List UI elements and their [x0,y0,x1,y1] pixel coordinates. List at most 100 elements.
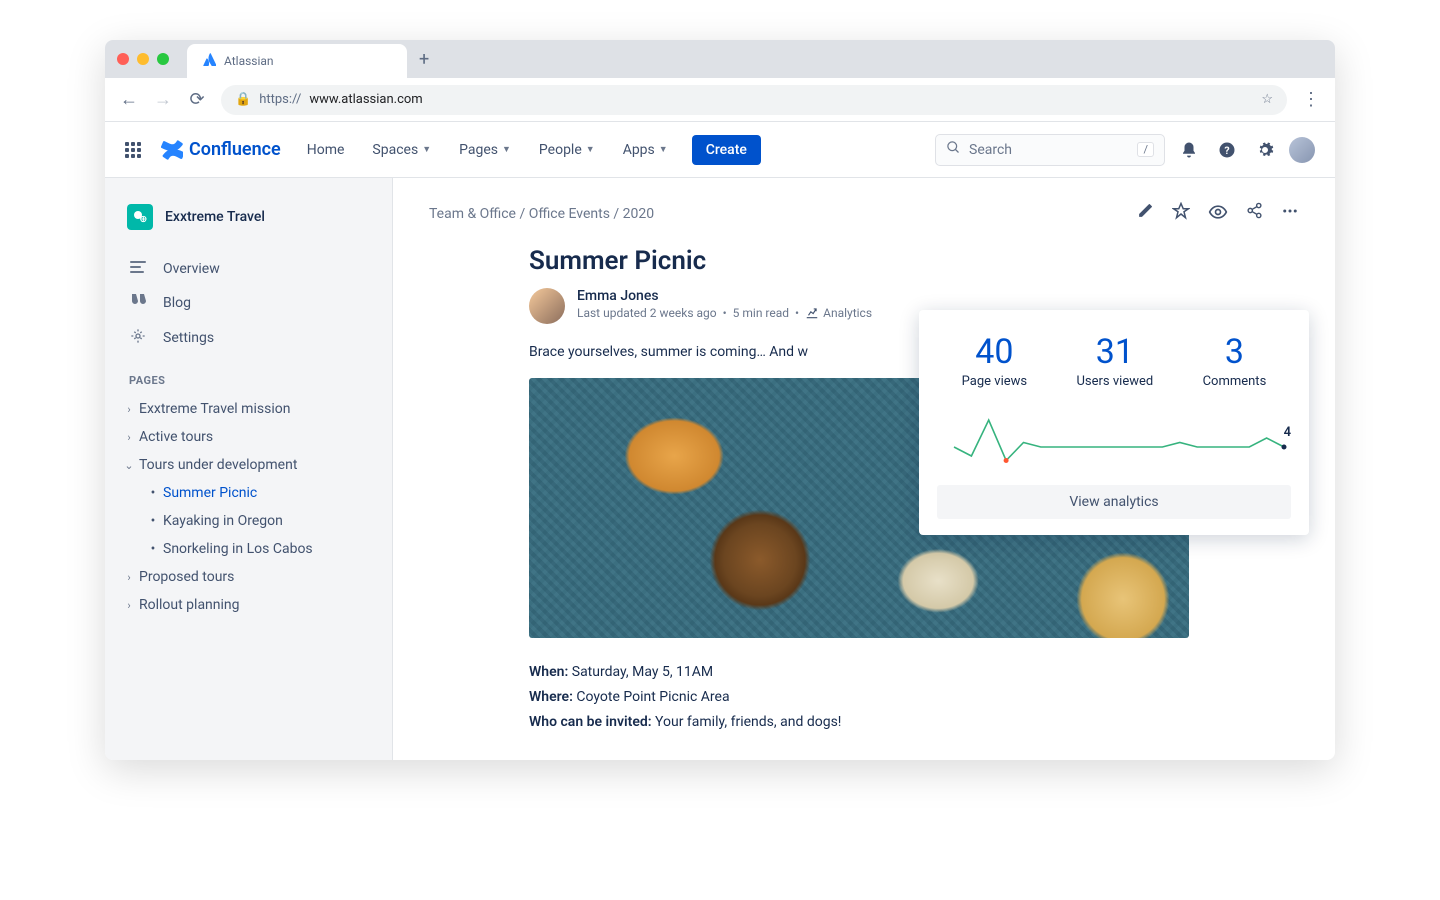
tree-label: Tours under development [139,457,297,473]
confluence-icon [161,139,183,161]
search-input[interactable]: Search / [935,134,1165,166]
forward-button[interactable]: → [153,89,173,110]
chevron-down-icon: ▼ [422,144,431,155]
nav-people[interactable]: People▼ [535,136,599,164]
tree-label: Rollout planning [139,597,240,613]
svg-text:?: ? [1224,143,1229,156]
nav-home[interactable]: Home [303,136,349,164]
tree-item[interactable]: ›Exxtreme Travel mission [119,395,378,423]
where-value: Coyote Point Picnic Area [573,689,730,705]
blog-icon [129,294,147,312]
chevron-right-icon: › [119,571,139,584]
bullet-icon: • [143,513,163,529]
app-switcher-icon[interactable] [125,142,145,158]
edit-icon[interactable] [1137,202,1154,226]
who-value: Your family, friends, and dogs! [652,714,842,730]
when-value: Saturday, May 5, 11AM [568,664,713,680]
reload-button[interactable]: ⟳ [187,89,207,110]
confluence-logo[interactable]: Confluence [161,139,281,161]
nav-apps[interactable]: Apps▼ [619,136,672,164]
settings-icon[interactable] [1251,136,1279,164]
browser-tabbar: Atlassian + [105,40,1335,78]
view-analytics-button[interactable]: View analytics [937,485,1291,519]
star-icon[interactable]: ☆ [1261,92,1273,107]
sidebar-blog[interactable]: Blog [119,286,378,320]
atlassian-icon [203,53,216,69]
who-label: Who can be invited: [529,714,652,730]
app-body: Exxtreme Travel Overview Blog Settings P… [105,178,1335,760]
tree-item[interactable]: ›Rollout planning [119,591,378,619]
tree-subitem[interactable]: •Kayaking in Oregon [119,507,378,535]
analytics-popover: 40Page views 31Users viewed 3Comments 4 … [919,310,1309,535]
watch-icon[interactable] [1208,202,1228,226]
chevron-down-icon: ▼ [586,144,595,155]
back-button[interactable]: ← [119,89,139,110]
tree-subitem[interactable]: •Summer Picnic [119,479,378,507]
search-shortcut: / [1137,142,1154,157]
tree-label: Exxtreme Travel mission [139,401,290,417]
page-content: Summer Picnic Emma Jones Last updated 2 … [529,246,1189,736]
chevron-right-icon: › [119,403,139,416]
breadcrumb[interactable]: Team & Office / Office Events / 2020 [429,206,654,222]
tree-subitem[interactable]: •Snorkeling in Los Cabos [119,535,378,563]
event-details: When: Saturday, May 5, 11AM Where: Coyot… [529,660,1189,736]
analytics-stats: 40Page views 31Users viewed 3Comments [937,332,1291,389]
profile-avatar[interactable] [1289,137,1315,163]
nav-pages[interactable]: Pages▼ [455,136,515,164]
read-time: 5 min read [733,306,789,320]
new-tab-button[interactable]: + [419,49,429,70]
search-placeholder: Search [969,142,1012,158]
pages-header: PAGES [119,356,378,395]
maximize-window[interactable] [157,53,169,65]
analytics-link[interactable]: Analytics [805,306,872,320]
product-name: Confluence [189,139,281,160]
tree-item[interactable]: ›Active tours [119,423,378,451]
author-name[interactable]: Emma Jones [577,288,872,304]
stat-users-viewed: 31Users viewed [1076,332,1153,389]
url-scheme: https:// [259,92,301,107]
tree-item[interactable]: ›Proposed tours [119,563,378,591]
sidebar-settings[interactable]: Settings [119,320,378,356]
close-window[interactable] [117,53,129,65]
overview-icon [129,260,147,278]
address-bar[interactable]: 🔒 https:// www.atlassian.com ☆ [221,85,1287,115]
window-controls [117,53,169,65]
browser-tab[interactable]: Atlassian [187,44,407,78]
nav-spaces[interactable]: Spaces▼ [368,136,435,164]
browser-window: Atlassian + ← → ⟳ 🔒 https:// www.atlassi… [105,40,1335,760]
chevron-right-icon: › [119,431,139,444]
sparkline-chart [937,403,1291,473]
author-avatar[interactable] [529,288,565,324]
analytics-icon [805,306,819,320]
space-name: Exxtreme Travel [165,209,265,225]
page-title: Summer Picnic [529,246,1189,276]
page-header: Team & Office / Office Events / 2020 [429,202,1335,226]
space-header[interactable]: Exxtreme Travel [119,200,378,234]
when-label: When: [529,664,568,680]
tree-label: Snorkeling in Los Cabos [163,541,313,557]
sparkline-value: 4 [1284,425,1291,440]
page-tree: ›Exxtreme Travel mission›Active tours⌄To… [119,395,378,619]
where-label: Where: [529,689,573,705]
chevron-right-icon: › [119,599,139,612]
sidebar-overview[interactable]: Overview [119,252,378,286]
stat-page-views: 40Page views [962,332,1027,389]
sidebar: Exxtreme Travel Overview Blog Settings P… [105,178,393,760]
star-icon[interactable] [1172,202,1190,226]
bullet-icon: • [143,541,163,557]
create-button[interactable]: Create [692,135,761,165]
stat-comments: 3Comments [1203,332,1267,389]
search-icon [946,140,961,159]
tree-item[interactable]: ⌄Tours under development [119,451,378,479]
chevron-down-icon: ⌄ [119,459,139,472]
notifications-icon[interactable] [1175,136,1203,164]
analytics-sparkline: 4 [937,403,1291,473]
more-icon[interactable] [1281,202,1299,226]
url-host: www.atlassian.com [309,92,422,107]
help-icon[interactable]: ? [1213,136,1241,164]
minimize-window[interactable] [137,53,149,65]
chevron-down-icon: ▼ [659,144,668,155]
tree-label: Summer Picnic [163,485,257,501]
share-icon[interactable] [1246,202,1263,226]
browser-menu[interactable]: ⋮ [1301,89,1321,110]
